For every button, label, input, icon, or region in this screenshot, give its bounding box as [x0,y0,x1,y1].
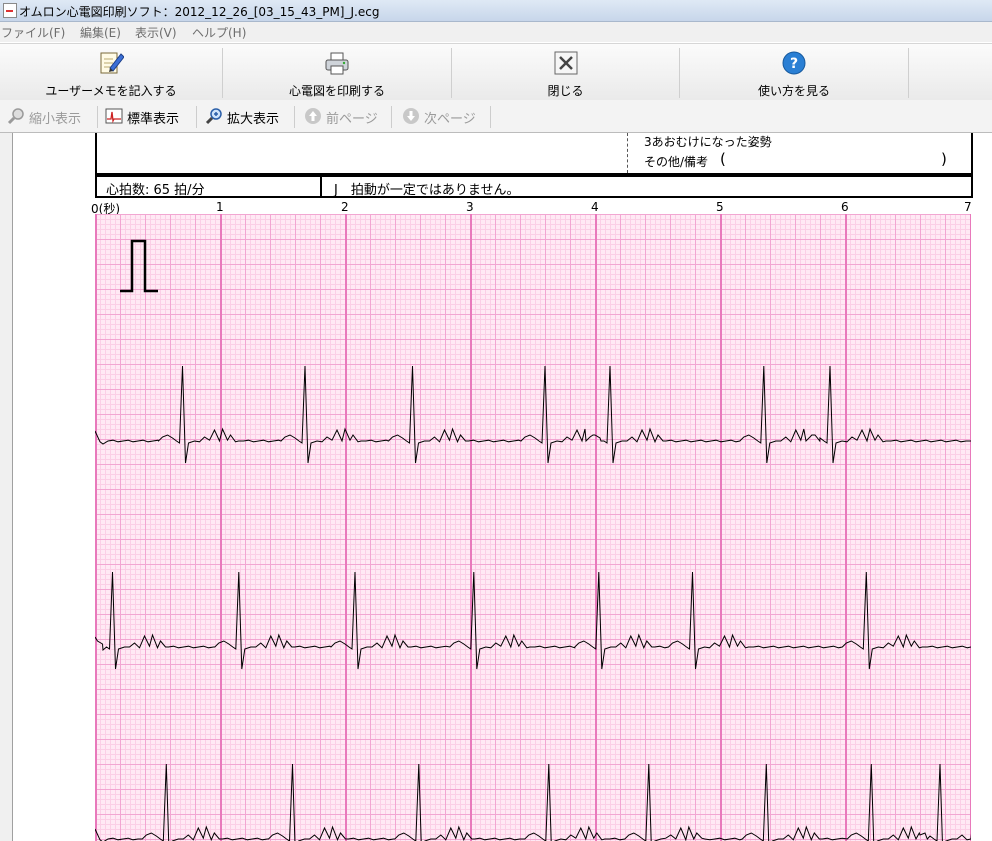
close-button[interactable]: 閉じる [452,44,679,100]
toolbar-divider [908,48,909,98]
x-tick-label: 3 [466,200,474,214]
arrow-down-circle-icon [403,108,419,124]
user-memo-label: ユーザーメモを記入する [45,84,177,98]
heart-rate-box: 心拍数: 65 拍/分 J 拍動が一定ではありません。 [95,175,973,198]
heart-rate-divider [320,177,322,196]
help-button[interactable]: ? 使い方を見る [680,44,908,100]
ecg-trace-row-1 [95,365,971,464]
memo-pencil-icon [100,52,124,74]
nav-divider [391,106,392,128]
zoom-out-label: 縮小表示 [29,112,82,127]
normal-view-chart-icon [105,108,123,124]
close-label: 閉じる [547,84,584,98]
nav-divider [490,106,491,128]
menu-edit[interactable]: 編集(E) [80,24,121,41]
app-icon [3,3,17,18]
x-tick-label: 1 [216,200,224,214]
zoom-out-icon [7,108,24,125]
printer-icon [325,52,349,75]
calibration-pulse [120,239,158,293]
zoom-out-button[interactable]: 縮小表示 [7,105,91,127]
zoom-in-label: 拡大表示 [227,112,280,127]
analysis-message: J 拍動が一定ではありません。 [334,183,520,198]
x-tick-label: 6 [841,200,849,214]
print-ecg-button[interactable]: 心電図を印刷する [223,44,451,100]
navigation-bar: 縮小表示 標準表示 拡大表示 前ページ 次ページ [0,100,992,133]
posture-text: 3あおむけになった姿勢 [644,135,772,149]
ecg-chart [95,239,971,841]
next-page-button[interactable]: 次ページ [402,105,484,127]
ecg-trace-row-3 [95,763,971,841]
menu-view[interactable]: 表示(V) [135,24,177,41]
menu-bar: ファイル(F) 編集(E) 表示(V) ヘルプ(H) [0,22,992,42]
help-label: 使い方を見る [757,84,830,98]
title-bar: オムロン心電図印刷ソフト：2012_12_26_[03_15_43_PM]_J.… [0,0,992,22]
measurement-info-box: 3あおむけになった姿勢 その他/備考 ( ) [95,133,973,175]
nav-divider [97,106,98,128]
nav-divider [294,106,295,128]
dashed-divider [627,133,628,173]
user-memo-button[interactable]: ユーザーメモを記入する [0,44,222,100]
page-left-margin [0,133,13,841]
remarks-paren-open: ( [720,150,726,168]
svg-text:?: ? [790,56,798,72]
help-question-icon: ? [782,51,806,75]
remarks-paren-close: ) [941,150,947,168]
zoom-in-icon [205,108,222,125]
ecg-trace-row-2 [95,571,971,670]
toolbar: ユーザーメモを記入する 心電図を印刷する 閉じる ? 使い方を見る [0,43,992,101]
close-icon [554,51,577,75]
nav-divider [196,106,197,128]
remarks-label: その他/備考 [644,155,709,169]
prev-page-label: 前ページ [326,112,378,127]
x-tick-label: 4 [591,200,599,214]
menu-file[interactable]: ファイル(F) [1,24,65,41]
normal-view-label: 標準表示 [127,112,180,127]
x-tick-label: 2 [341,200,349,214]
print-ecg-label: 心電図を印刷する [288,84,385,98]
normal-view-button[interactable]: 標準表示 [105,105,190,127]
next-page-label: 次ページ [424,112,476,127]
heart-rate-text: 心拍数: 65 拍/分 [106,183,205,198]
window-title: オムロン心電図印刷ソフト：2012_12_26_[03_15_43_PM]_J.… [19,5,380,19]
prev-page-button[interactable]: 前ページ [304,105,386,127]
x-tick-label: 7 [964,200,972,214]
arrow-up-circle-icon [305,108,321,124]
x-tick-label: 5 [716,200,724,214]
menu-help[interactable]: ヘルプ(H) [192,24,246,41]
zoom-in-button[interactable]: 拡大表示 [205,105,289,127]
